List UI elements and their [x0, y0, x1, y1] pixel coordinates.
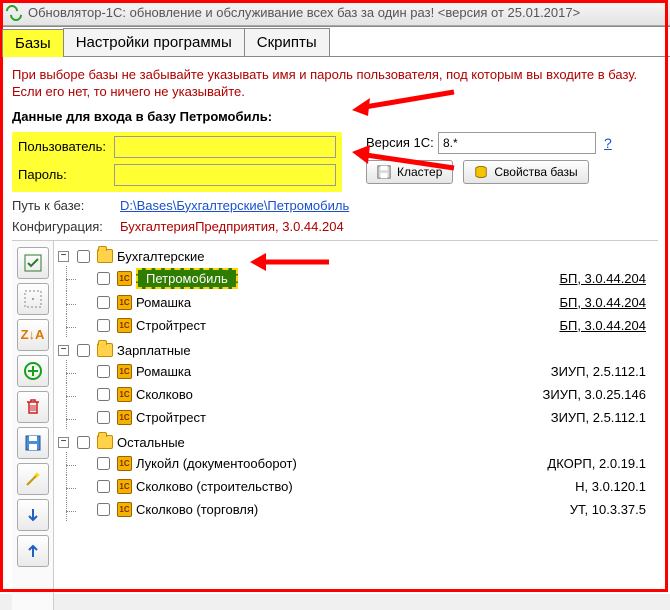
toolbar-moveup-button[interactable] [17, 535, 49, 567]
tree-checkbox[interactable] [97, 272, 110, 285]
db-icon: 1C [117, 479, 132, 494]
db-icon: 1C [117, 318, 132, 333]
hint-text: При выборе базы не забывайте указывать и… [12, 67, 658, 101]
check-icon [24, 254, 42, 272]
tree-checkbox[interactable] [97, 411, 110, 424]
db-icon: 1C [117, 364, 132, 379]
tree-db-label[interactable]: Петромобиль [136, 268, 238, 289]
tree-checkbox[interactable] [97, 480, 110, 493]
db-icon: 1C [117, 456, 132, 471]
tree-db-label[interactable]: Ромашка [136, 295, 191, 310]
dots-icon [24, 290, 42, 308]
tree-db-version: ДКОРП, 2.0.19.1 [547, 456, 646, 471]
tree-expander[interactable]: − [58, 437, 69, 448]
tab-scripts[interactable]: Скрипты [244, 28, 330, 56]
section-title: Данные для входа в базу Петромобиль: [12, 109, 658, 124]
tree-db-label[interactable]: Сколково [136, 387, 193, 402]
db-icon: 1C [117, 502, 132, 517]
folder-icon [97, 435, 113, 449]
user-input[interactable] [114, 136, 336, 158]
tab-settings[interactable]: Настройки программы [63, 28, 245, 56]
tree-db-version: Н, 3.0.120.1 [575, 479, 646, 494]
db-props-button[interactable]: Свойства базы [463, 160, 588, 184]
tree-checkbox[interactable] [97, 503, 110, 516]
db-icon: 1C [117, 410, 132, 425]
save-icon [24, 434, 42, 452]
db-tree[interactable]: − Бухгалтерские 1C Петромобиль БП, 3.0.44.20… [54, 241, 658, 610]
db-icon: 1C [117, 271, 132, 286]
tree-checkbox[interactable] [97, 388, 110, 401]
toolbar-add-button[interactable] [17, 355, 49, 387]
toolbar-check-button[interactable] [17, 247, 49, 279]
app-refresh-icon [6, 5, 22, 21]
wand-icon [24, 470, 42, 488]
tree-folder-label[interactable]: Остальные [117, 435, 185, 450]
tree-db-label[interactable]: Сколково (торговля) [136, 502, 258, 517]
tree-db-version: БП, 3.0.44.204 [559, 295, 646, 310]
toolbar-sort-button[interactable]: Z↓A [17, 319, 49, 351]
db-props-button-label: Свойства базы [494, 165, 577, 179]
tree-db-label[interactable]: Стройтрест [136, 410, 206, 425]
toolbar-movedown-button[interactable] [17, 499, 49, 531]
toolbar-wand-button[interactable] [17, 463, 49, 495]
path-link[interactable]: D:\Bases\Бухгалтерские\Петромобиль [120, 198, 349, 213]
arrow-up-icon [24, 542, 42, 560]
tree-checkbox[interactable] [97, 296, 110, 309]
version-label: Версия 1С: [366, 135, 438, 150]
password-label: Пароль: [18, 167, 114, 182]
arrow-down-icon [24, 506, 42, 524]
db-icon: 1C [117, 387, 132, 402]
trash-icon [24, 398, 42, 416]
tree-checkbox[interactable] [97, 319, 110, 332]
tree-db-version: ЗИУП, 2.5.112.1 [551, 410, 646, 425]
tree-db-version: ЗИУП, 2.5.112.1 [551, 364, 646, 379]
tree-db-label[interactable]: Стройтрест [136, 318, 206, 333]
titlebar: Обновлятор-1С: обновление и обслуживание… [0, 0, 670, 26]
tree-folder-label[interactable]: Зарплатные [117, 343, 191, 358]
tab-bases[interactable]: Базы [2, 29, 64, 57]
folder-icon [97, 249, 113, 263]
floppy-icon [377, 165, 391, 179]
version-input[interactable] [438, 132, 596, 154]
window-title: Обновлятор-1С: обновление и обслуживание… [28, 5, 580, 20]
database-icon [474, 165, 488, 179]
toolbar-select-button[interactable] [17, 283, 49, 315]
path-label: Путь к базе: [12, 198, 120, 213]
tree-checkbox[interactable] [77, 344, 90, 357]
cluster-button-label: Кластер [397, 165, 442, 179]
db-icon: 1C [117, 295, 132, 310]
tree-expander[interactable]: − [58, 345, 69, 356]
toolbar-save-button[interactable] [17, 427, 49, 459]
cluster-button[interactable]: Кластер [366, 160, 453, 184]
left-toolbar: Z↓A [12, 241, 54, 610]
config-value: БухгалтерияПредприятия, 3.0.44.204 [120, 219, 344, 234]
tab-bar: Базы Настройки программы Скрипты [0, 27, 670, 57]
version-help-link[interactable]: ? [604, 135, 612, 151]
tree-checkbox[interactable] [97, 457, 110, 470]
tree-db-label[interactable]: Ромашка [136, 364, 191, 379]
tree-db-label[interactable]: Сколково (строительство) [136, 479, 293, 494]
tree-db-version: БП, 3.0.44.204 [559, 318, 646, 333]
toolbar-delete-button[interactable] [17, 391, 49, 423]
user-label: Пользователь: [18, 139, 114, 154]
config-label: Конфигурация: [12, 219, 120, 234]
tree-checkbox[interactable] [77, 250, 90, 263]
tree-checkbox[interactable] [77, 436, 90, 449]
tree-db-version: УТ, 10.3.37.5 [570, 502, 646, 517]
tree-checkbox[interactable] [97, 365, 110, 378]
password-input[interactable] [114, 164, 336, 186]
tree-folder-label[interactable]: Бухгалтерские [117, 249, 204, 264]
folder-icon [97, 343, 113, 357]
plus-icon [23, 361, 43, 381]
tree-db-label[interactable]: Лукойл (документооборот) [136, 456, 297, 471]
tree-db-version: ЗИУП, 3.0.25.146 [543, 387, 646, 402]
tree-db-version: БП, 3.0.44.204 [559, 271, 646, 286]
tree-expander[interactable]: − [58, 251, 69, 262]
